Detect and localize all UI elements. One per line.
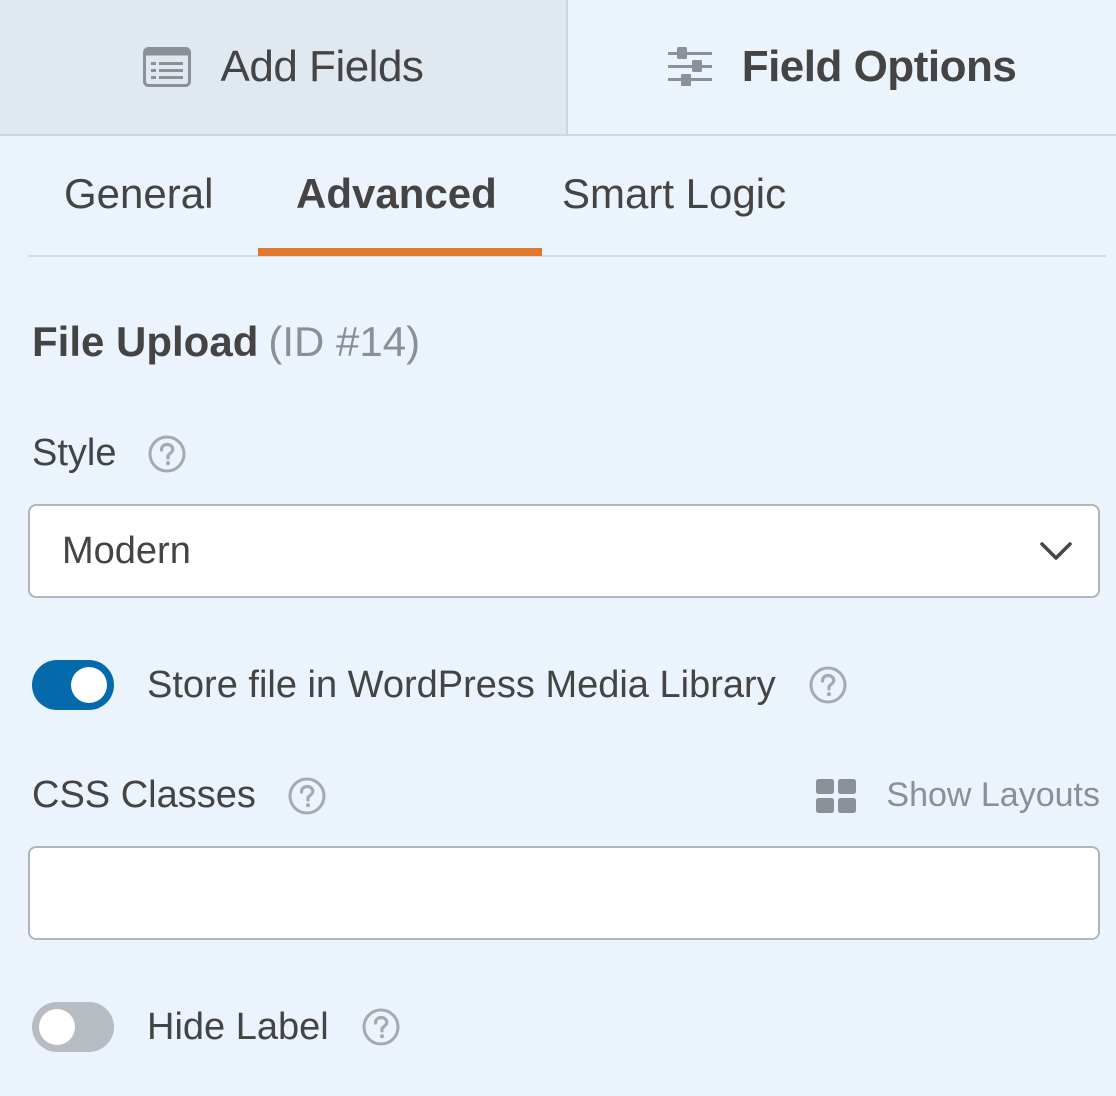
toggle-knob bbox=[71, 667, 107, 703]
tab-field-options-label: Field Options bbox=[741, 42, 1017, 91]
style-label-row: Style bbox=[32, 432, 186, 475]
tab-general[interactable]: General bbox=[64, 170, 213, 218]
help-icon[interactable] bbox=[809, 666, 847, 704]
tab-add-fields-label: Add Fields bbox=[220, 42, 424, 91]
field-options-panel: Add Fields Field Options General Advance… bbox=[0, 0, 1116, 1096]
field-id: (ID #14) bbox=[268, 318, 421, 365]
field-title: File Upload (ID #14) bbox=[32, 318, 420, 366]
field-name: File Upload bbox=[32, 318, 259, 365]
hide-label-row: Hide Label bbox=[32, 1002, 400, 1052]
store-media-row: Store file in WordPress Media Library bbox=[32, 660, 847, 710]
hide-label-label: Hide Label bbox=[147, 1005, 329, 1048]
css-classes-label: CSS Classes bbox=[32, 774, 256, 816]
style-select[interactable]: Modern bbox=[28, 504, 1100, 598]
tab-add-fields[interactable]: Add Fields bbox=[0, 0, 568, 134]
store-media-toggle[interactable] bbox=[32, 660, 114, 710]
list-icon bbox=[142, 47, 191, 87]
tab-advanced[interactable]: Advanced bbox=[296, 170, 497, 218]
css-classes-label-row: CSS Classes bbox=[32, 774, 326, 817]
help-icon[interactable] bbox=[148, 435, 186, 473]
tab-field-options[interactable]: Field Options bbox=[568, 0, 1116, 134]
style-select-value: Modern bbox=[62, 529, 191, 572]
toggle-knob bbox=[39, 1009, 75, 1045]
sliders-icon bbox=[667, 47, 712, 87]
css-classes-input[interactable] bbox=[28, 846, 1100, 940]
help-icon[interactable] bbox=[362, 1008, 400, 1046]
show-layouts-link[interactable]: Show Layouts bbox=[816, 776, 1100, 815]
grid-icon bbox=[816, 778, 857, 813]
style-label: Style bbox=[32, 432, 117, 474]
chevron-down-icon bbox=[1038, 536, 1074, 566]
options-sub-tabs: General Advanced Smart Logic bbox=[28, 136, 1106, 257]
help-icon[interactable] bbox=[288, 777, 326, 815]
store-media-label: Store file in WordPress Media Library bbox=[147, 663, 776, 706]
tab-smart-logic[interactable]: Smart Logic bbox=[562, 170, 786, 218]
show-layouts-label: Show Layouts bbox=[886, 776, 1100, 814]
panel-tabs: Add Fields Field Options bbox=[0, 0, 1116, 136]
active-tab-indicator bbox=[258, 248, 542, 256]
hide-label-toggle[interactable] bbox=[32, 1002, 114, 1052]
